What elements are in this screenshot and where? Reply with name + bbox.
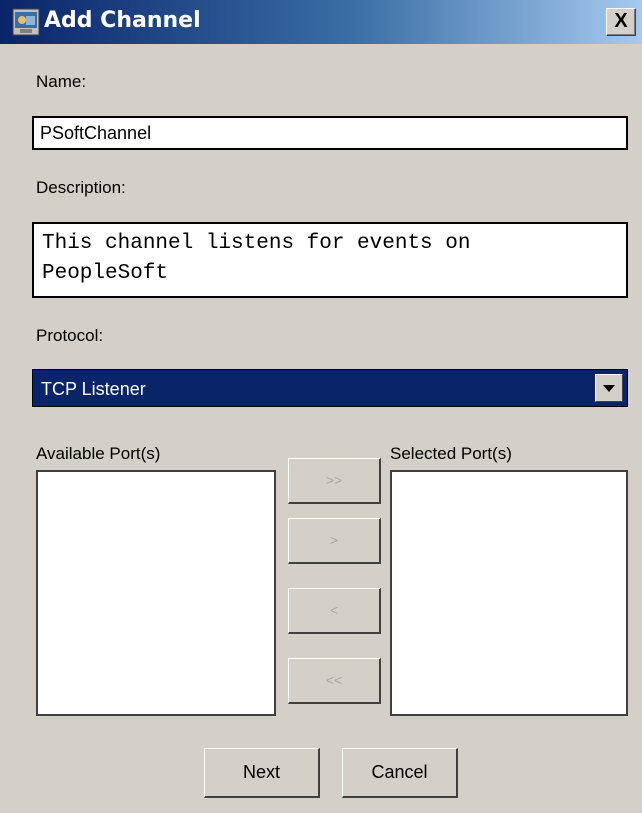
add-button[interactable]: >	[288, 518, 381, 564]
protocol-label: Protocol:	[36, 326, 104, 345]
protocol-select[interactable]: TCP Listener	[32, 369, 628, 407]
add-all-button[interactable]: >>	[288, 458, 381, 504]
app-icon	[12, 8, 40, 36]
protocol-dropdown-button[interactable]	[595, 374, 623, 402]
selected-ports-label: Selected Port(s)	[390, 444, 512, 463]
add-all-label: >>	[325, 472, 343, 488]
remove-all-button[interactable]: <<	[288, 658, 381, 704]
cancel-label: Cancel	[371, 762, 428, 782]
available-ports-list[interactable]	[36, 470, 276, 716]
close-icon: X	[614, 10, 628, 32]
remove-all-label: <<	[325, 672, 343, 688]
remove-button[interactable]: <	[288, 588, 381, 634]
add-channel-dialog: Add Channel X Name: PSoftChannel Descrip…	[0, 0, 642, 813]
selected-ports-list[interactable]	[390, 470, 628, 716]
next-label: Next	[242, 762, 280, 782]
name-label: Name:	[36, 72, 87, 91]
chevron-down-icon	[603, 385, 615, 392]
description-value: This channel listens for events on Peopl…	[42, 232, 471, 285]
name-field[interactable]: PSoftChannel	[32, 116, 628, 150]
add-label: >	[329, 532, 339, 548]
available-ports-label: Available Port(s)	[36, 444, 161, 463]
cancel-button[interactable]: Cancel	[342, 748, 458, 798]
next-button[interactable]: Next	[204, 748, 320, 798]
name-value: PSoftChannel	[40, 123, 152, 143]
remove-label: <	[329, 602, 339, 618]
description-label: Description:	[36, 178, 126, 197]
description-field[interactable]: This channel listens for events on Peopl…	[32, 222, 628, 298]
protocol-selected-value: TCP Listener	[41, 379, 146, 399]
title-bar[interactable]: Add Channel X	[0, 0, 642, 44]
close-button[interactable]: X	[606, 8, 636, 36]
window-title: Add Channel	[44, 8, 201, 33]
